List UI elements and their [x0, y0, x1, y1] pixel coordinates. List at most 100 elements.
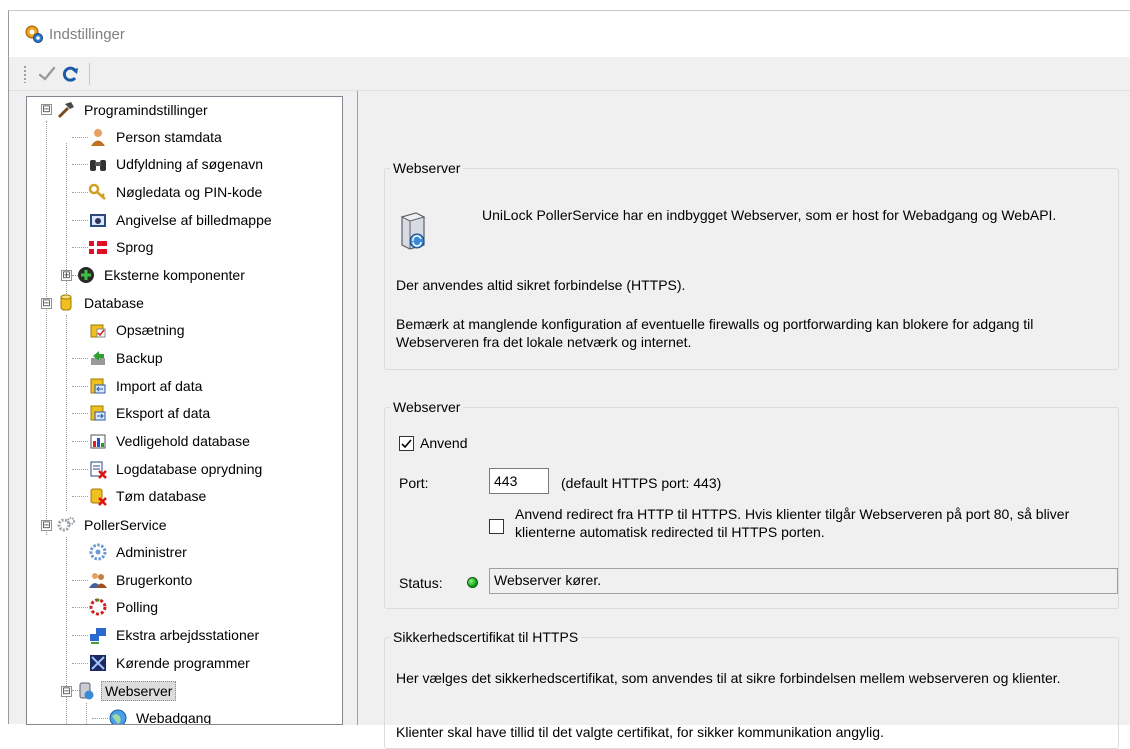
use-webserver-option[interactable]: Anvend	[399, 435, 467, 451]
tree-item-sprog[interactable]: Sprog	[87, 233, 156, 261]
tree-item-udfyldning[interactable]: Udfyldning af søgenavn	[87, 150, 266, 178]
settings-app-icon	[23, 23, 45, 45]
tree-item-pollerservice[interactable]: PollerService	[55, 511, 169, 539]
status-field: Webserver kører.	[489, 568, 1118, 594]
tree-item-person-stamdata[interactable]: Person stamdata	[87, 123, 225, 151]
refresh-button[interactable]	[59, 62, 83, 86]
https-note: Der anvendes altid sikret forbindelse (H…	[396, 277, 686, 293]
tree-item-administrer[interactable]: Administrer	[87, 538, 190, 566]
tree-item-label: Sprog	[116, 239, 154, 255]
gears-icon	[55, 514, 77, 536]
tree-item-label: Angivelse af billedmappe	[116, 212, 272, 228]
expander-database[interactable]: ⊟	[41, 298, 52, 309]
check-icon	[38, 66, 56, 81]
tree-item-noegledata[interactable]: Nøgledata og PIN-kode	[87, 178, 265, 206]
tree-item-polling[interactable]: Polling	[87, 593, 161, 621]
redirect-label: Anvend redirect fra HTTP til HTTPS. Hvis…	[515, 506, 1070, 540]
refresh-icon	[62, 66, 78, 82]
tree-item-label: Backup	[116, 350, 163, 366]
panel-splitter[interactable]	[343, 91, 357, 725]
tree-item-database[interactable]: Database	[55, 289, 147, 317]
expander-webserver[interactable]: ⊟	[61, 686, 72, 697]
apply-button[interactable]	[35, 62, 59, 86]
tree-item-brugerkonto[interactable]: Brugerkonto	[87, 566, 195, 594]
globe-icon	[107, 707, 129, 724]
tree-item-eksport[interactable]: Eksport af data	[87, 399, 213, 427]
workstation-icon	[87, 624, 109, 646]
tree-item-label: Import af data	[116, 378, 203, 394]
settings-tree[interactable]: ⊟ ⊞ ⊟ ⊟ ⊟ Programindstillinger Person st…	[26, 96, 343, 725]
maintenance-icon	[87, 430, 109, 452]
certificate-group: Sikkerhedscertifikat til HTTPS Her vælge…	[384, 629, 1119, 749]
tree-item-ekstra-arbejdsstationer[interactable]: Ekstra arbejdsstationer	[87, 621, 262, 649]
tree-item-label: Eksterne komponenter	[104, 267, 245, 283]
admin-icon	[87, 541, 109, 563]
tree-item-backup[interactable]: Backup	[87, 344, 166, 372]
title-bar: Indstillinger	[9, 11, 1130, 57]
tree-item-koerende-programmer[interactable]: Kørende programmer	[87, 649, 253, 677]
certificate-legend: Sikkerhedscertifikat til HTTPS	[393, 629, 579, 645]
tree-item-label: Person stamdata	[116, 129, 222, 145]
tree-item-toem-database[interactable]: Tøm database	[87, 482, 209, 510]
certificate-trust-note: Klienter skal have tillid til det valgte…	[396, 724, 884, 740]
tree-item-logdatabase[interactable]: Logdatabase oprydning	[87, 455, 265, 483]
tree-item-label: Nøgledata og PIN-kode	[116, 184, 263, 200]
setup-icon	[87, 319, 109, 341]
tree-item-label: Tøm database	[116, 488, 207, 504]
tree-item-billedmappe[interactable]: Angivelse af billedmappe	[87, 206, 275, 234]
port-label: Port:	[399, 475, 429, 491]
person-icon	[87, 126, 109, 148]
webserver-settings-legend: Webserver	[393, 399, 461, 415]
tree-item-label: Ekstra arbejdsstationer	[116, 627, 260, 643]
webserver-info-group: Webserver UniLock PollerService har en i…	[384, 160, 1119, 370]
redirect-checkbox[interactable]	[489, 519, 504, 534]
expander-pollerservice[interactable]: ⊟	[41, 520, 52, 531]
polling-icon	[87, 596, 109, 618]
server-icon	[396, 211, 430, 254]
tree-item-label: Programindstillinger	[84, 102, 208, 118]
export-icon	[87, 402, 109, 424]
tree-item-webserver[interactable]: Webserver	[75, 677, 177, 705]
binoculars-icon	[87, 153, 109, 175]
tree-item-label: Opsætning	[116, 322, 185, 338]
tree-item-label: Database	[84, 295, 144, 311]
tree-item-import[interactable]: Import af data	[87, 372, 205, 400]
tree-item-label: Brugerkonto	[116, 572, 193, 588]
log-cleanup-icon	[87, 458, 109, 480]
tree-item-label: Webserver	[101, 681, 177, 701]
tree-item-vedligehold[interactable]: Vedligehold database	[87, 427, 253, 455]
expander-programindstillinger[interactable]: ⊟	[41, 104, 52, 115]
content-panel: Webserver UniLock PollerService har en i…	[357, 91, 1130, 749]
use-webserver-label: Anvend	[420, 435, 468, 451]
status-indicator	[467, 577, 478, 588]
expander-eksterne-komponenter[interactable]: ⊞	[61, 270, 72, 281]
backup-icon	[87, 347, 109, 369]
empty-database-icon	[87, 485, 109, 507]
flag-icon	[87, 236, 109, 258]
running-programs-icon	[87, 652, 109, 674]
tree-item-label: Webadgang	[136, 710, 212, 725]
toolbar	[9, 57, 1130, 91]
settings-window: Indstillinger ⊟ ⊞ ⊟ ⊟ ⊟ Programindstilli…	[8, 10, 1130, 749]
firewall-note: Bemærk at manglende konfiguration af eve…	[396, 316, 1034, 350]
tree-item-webadgang[interactable]: Webadgang	[107, 704, 214, 725]
window-title: Indstillinger	[49, 25, 125, 43]
toolbar-grip[interactable]	[23, 64, 27, 83]
webserver-info-legend: Webserver	[393, 160, 461, 176]
webserver-description: UniLock PollerService har en indbygget W…	[482, 207, 1057, 223]
tree-item-programindstillinger[interactable]: Programindstillinger	[55, 97, 211, 124]
tree-item-eksterne-komponenter[interactable]: Eksterne komponenter	[75, 261, 248, 289]
webserver-settings-group: Webserver Anvend Port: (default HTTPS po…	[384, 399, 1119, 609]
picture-folder-icon	[87, 209, 109, 231]
users-icon	[87, 569, 109, 591]
tree-item-label: Vedligehold database	[116, 433, 250, 449]
port-hint: (default HTTPS port: 443)	[561, 475, 722, 491]
status-label: Status:	[399, 575, 443, 591]
tree-item-opsaetning[interactable]: Opsætning	[87, 316, 187, 344]
database-icon	[55, 292, 77, 314]
tree-item-label: Udfyldning af søgenavn	[116, 156, 264, 172]
port-input[interactable]	[489, 468, 549, 494]
hammer-icon	[55, 99, 77, 121]
use-webserver-checkbox[interactable]	[399, 435, 414, 451]
tree-item-label: Eksport af data	[116, 405, 211, 421]
